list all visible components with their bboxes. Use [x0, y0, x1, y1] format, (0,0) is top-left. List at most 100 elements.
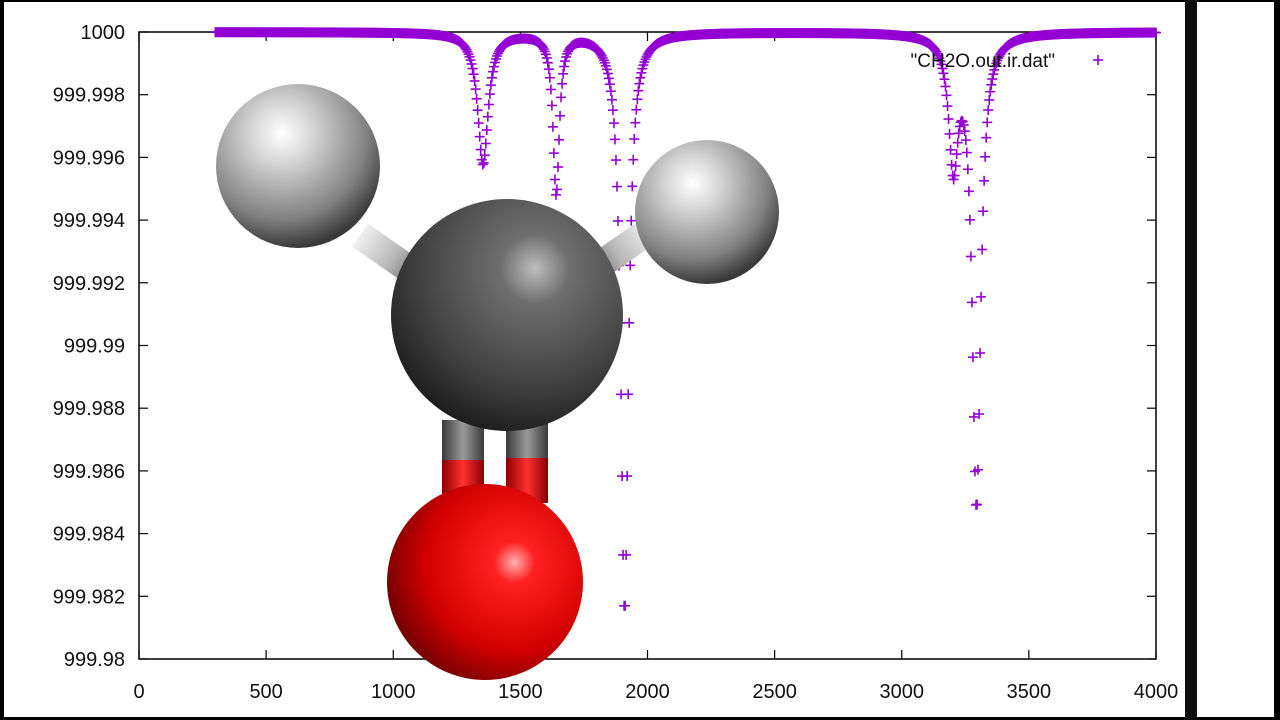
data-point — [635, 72, 646, 83]
y-tick-labels: 1000 999.998 999.996 999.994 999.992 999.99 99… — [53, 22, 125, 671]
legend: "CH2O.out.ir.dat" — [911, 51, 1103, 72]
oxygen-atom — [387, 484, 583, 680]
ch2o-molecule-image — [216, 84, 779, 680]
x-tick-label: 500 — [249, 681, 282, 703]
data-point — [977, 244, 988, 255]
ir-spectrum-chart: 1000 999.998 999.996 999.994 999.992 999.99 99… — [53, 22, 1179, 703]
data-point — [549, 174, 560, 185]
data-point — [468, 69, 479, 80]
data-point — [551, 184, 562, 195]
data-point — [986, 79, 997, 90]
data-point — [624, 317, 635, 328]
data-point — [632, 94, 643, 105]
y-tick-label: 999.996 — [53, 147, 125, 169]
data-point — [943, 114, 954, 125]
data-point — [542, 57, 553, 68]
data-point — [944, 128, 955, 139]
data-point — [939, 74, 950, 85]
data-point — [956, 115, 967, 126]
data-point — [487, 66, 498, 77]
y-tick-label: 999.99 — [64, 336, 125, 358]
data-point — [470, 84, 481, 95]
data-point — [486, 72, 497, 83]
data-point — [620, 600, 631, 611]
data-point — [469, 75, 480, 86]
data-point — [985, 86, 996, 97]
data-point — [978, 206, 989, 217]
data-point — [966, 297, 977, 308]
x-tick-label: 3000 — [880, 681, 925, 703]
data-point — [482, 111, 493, 122]
data-point — [605, 86, 616, 97]
data-point — [952, 137, 963, 148]
y-tick-label: 999.994 — [53, 210, 125, 232]
data-point — [629, 134, 640, 145]
data-point — [940, 81, 951, 92]
data-point — [604, 79, 615, 90]
data-point — [606, 94, 617, 105]
data-point — [472, 105, 483, 116]
data-point — [980, 151, 991, 162]
data-point — [558, 68, 569, 79]
data-point — [953, 128, 964, 139]
data-point — [613, 215, 624, 226]
data-point — [961, 147, 972, 158]
data-point — [965, 251, 976, 262]
data-point — [543, 64, 554, 75]
data-point — [484, 89, 495, 100]
data-point — [481, 125, 492, 136]
data-point — [987, 73, 998, 84]
x-tick-label: 1500 — [498, 681, 543, 703]
data-point — [627, 181, 638, 192]
data-point — [477, 159, 488, 170]
data-point — [473, 118, 484, 129]
x-tick-label: 0 — [133, 681, 144, 703]
hydrogen-atom-right — [635, 140, 779, 284]
data-point — [609, 134, 620, 145]
data-point — [548, 148, 559, 159]
data-point — [979, 175, 990, 186]
data-point — [556, 92, 567, 103]
data-point — [972, 499, 983, 510]
data-point — [622, 471, 633, 482]
data-point — [963, 186, 974, 197]
data-point — [467, 63, 478, 74]
data-point — [959, 126, 970, 137]
y-tick-label: 999.992 — [53, 273, 125, 295]
y-tick-label: 999.986 — [53, 461, 125, 483]
data-point — [623, 389, 634, 400]
data-point — [941, 90, 952, 101]
data-point — [546, 100, 557, 111]
data-point — [628, 154, 639, 165]
legend-label: "CH2O.out.ir.dat" — [911, 51, 1055, 72]
x-tick-label: 4000 — [1134, 681, 1179, 703]
data-point — [608, 118, 619, 129]
carbon-atom — [391, 199, 623, 431]
x-tick-label: 1000 — [371, 681, 416, 703]
data-point — [962, 164, 973, 175]
y-tick-label: 999.984 — [53, 524, 125, 546]
data-point — [544, 72, 555, 83]
data-point — [960, 135, 971, 146]
data-point — [634, 78, 645, 89]
data-point — [982, 117, 993, 128]
legend-marker-symbol — [1093, 55, 1103, 65]
y-tick-label: 999.982 — [53, 586, 125, 608]
data-point — [559, 61, 570, 72]
x-tick-label: 2000 — [625, 681, 670, 703]
y-tick-label: 1000 — [81, 22, 126, 44]
data-point — [471, 93, 482, 104]
data-point — [630, 117, 641, 128]
data-point — [942, 101, 953, 112]
data-point — [554, 134, 565, 145]
data-point — [976, 291, 987, 302]
x-tick-labels: 0 500 1000 1500 2000 2500 3000 3500 4000 — [133, 681, 1178, 703]
data-point — [981, 132, 992, 143]
data-point — [483, 99, 494, 110]
data-point — [983, 105, 994, 116]
data-point — [485, 80, 496, 91]
data-point — [607, 105, 618, 116]
data-point — [545, 84, 556, 95]
data-point — [631, 104, 642, 115]
data-point — [547, 121, 558, 132]
